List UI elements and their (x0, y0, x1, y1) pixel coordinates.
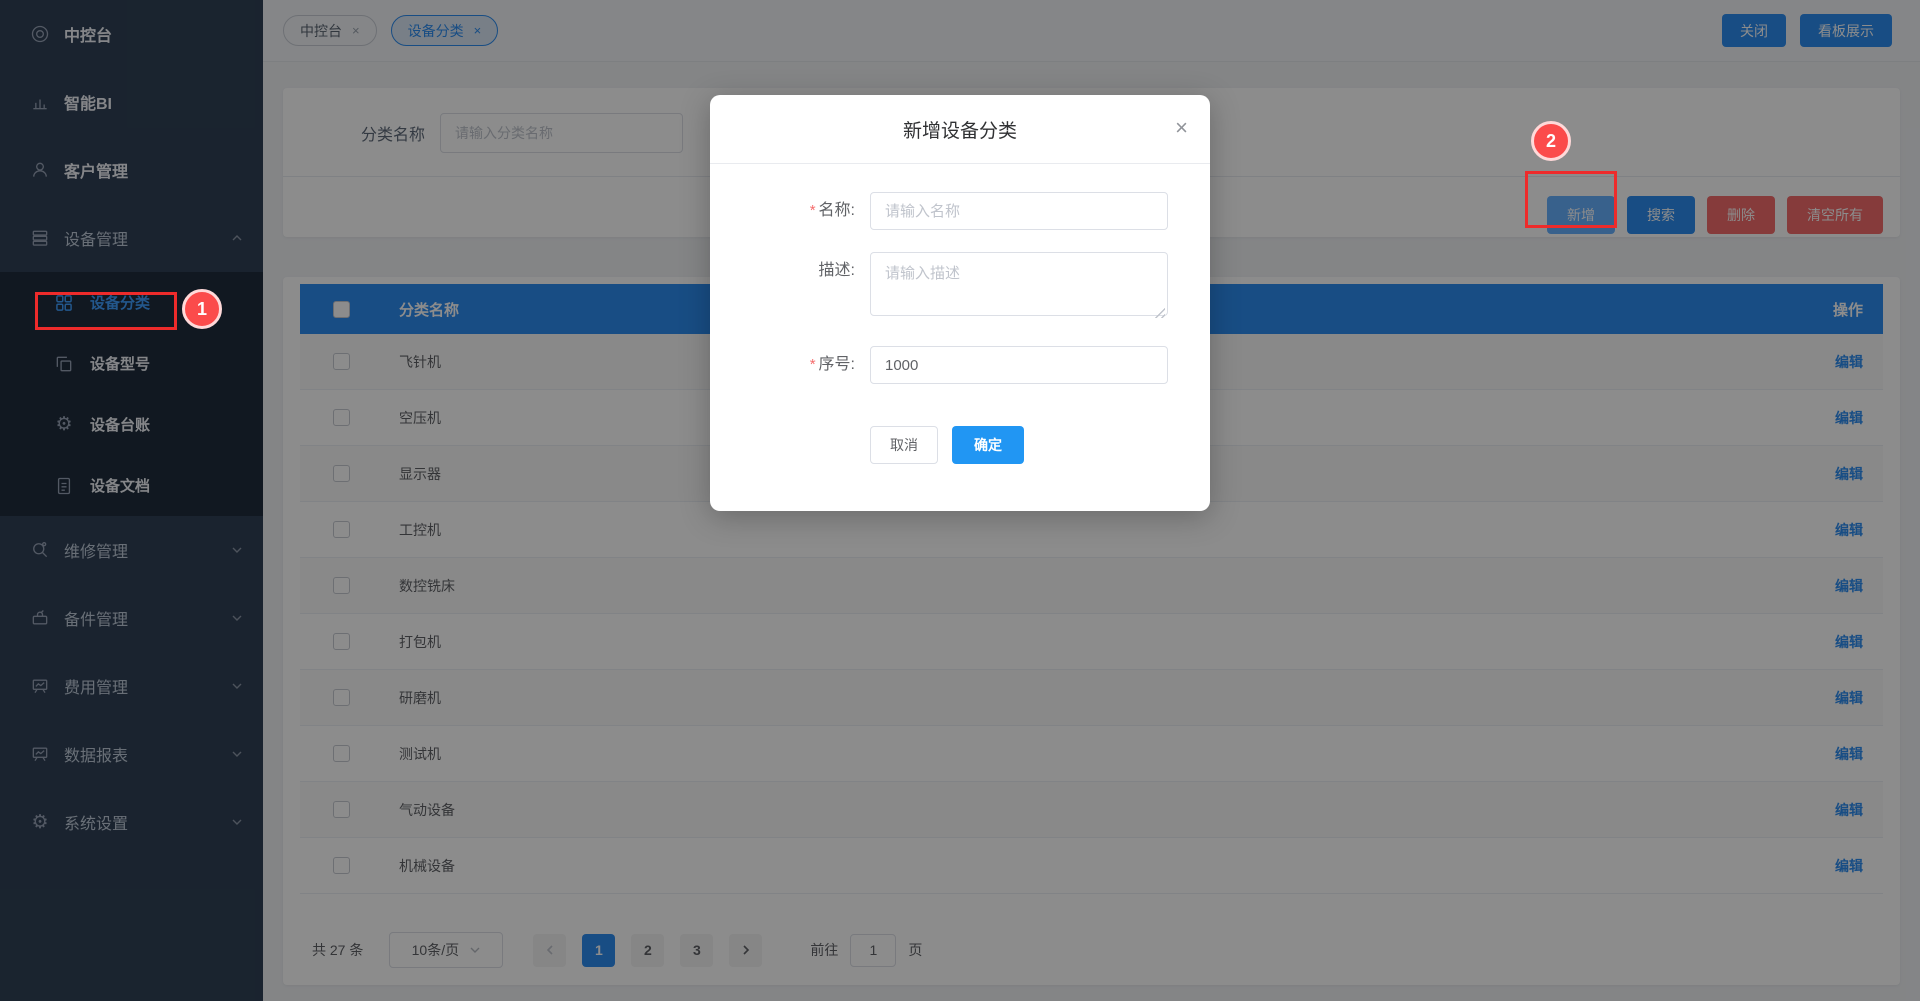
annotation-badge-step1: 1 (182, 289, 222, 329)
dialog-title: 新增设备分类 (903, 116, 1017, 143)
add-category-dialog: 新增设备分类 × *名称: 描述: *序号: 取消 确定 (710, 95, 1210, 511)
name-field-label: *名称: (710, 192, 870, 230)
annotation-box-step2 (1525, 171, 1617, 228)
required-mark: * (810, 202, 816, 219)
required-mark: * (810, 356, 816, 373)
description-textarea[interactable] (870, 252, 1168, 316)
serial-input[interactable] (870, 346, 1168, 384)
desc-field-label: 描述: (710, 252, 870, 321)
confirm-button[interactable]: 确定 (952, 426, 1024, 464)
dialog-close-icon[interactable]: × (1175, 117, 1188, 139)
annotation-badge-step2: 2 (1531, 121, 1571, 161)
name-input[interactable] (870, 192, 1168, 230)
serial-field-label: *序号: (710, 346, 870, 384)
annotation-box-step1 (35, 292, 177, 330)
app-window: 中控台 智能BI 客户管理 设备管理 (0, 0, 1920, 1001)
cancel-button[interactable]: 取消 (870, 426, 938, 464)
